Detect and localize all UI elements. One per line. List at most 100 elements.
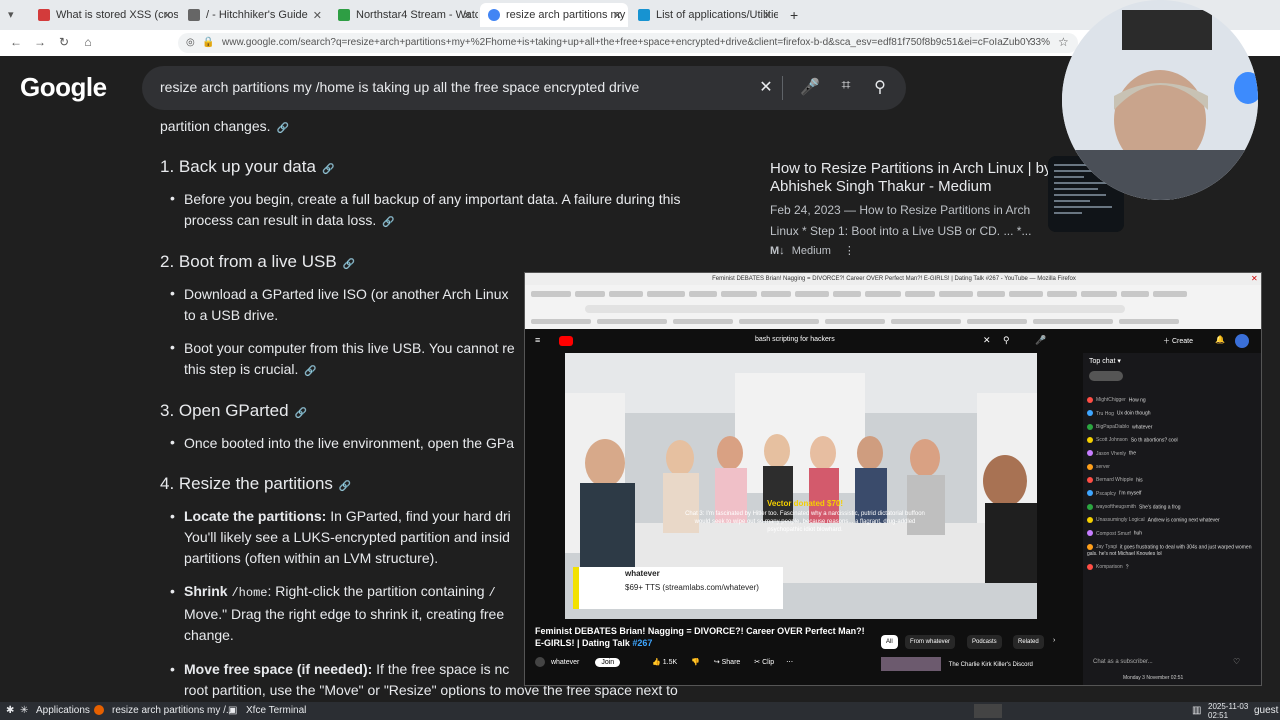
chat-avatar[interactable] [1087,397,1093,403]
close-icon[interactable]: ✕ [163,9,172,22]
chat-avatar[interactable] [1087,450,1093,457]
terminal-icon[interactable]: ▣ [228,705,237,716]
network-icon[interactable]: ▥ [1192,705,1201,716]
apps-menu-icon[interactable]: ✱ [6,705,14,716]
clip-button[interactable]: ✂ Clip [754,659,774,666]
share-button[interactable]: ↪ Share [714,659,741,666]
search-input[interactable]: resize arch partitions my /home is takin… [160,79,639,95]
clear-search-icon[interactable]: ✕ [983,335,991,346]
close-icon[interactable]: ✕ [463,9,472,22]
url-bar[interactable]: ◎ 🔒 www.google.com/search?q=resize+arch+… [178,33,1078,53]
youtube-search-input[interactable]: bash scripting for hackers [755,336,835,343]
chat-avatar[interactable] [1087,476,1093,483]
apps-menu-icon[interactable]: ✳ [20,705,28,716]
chat-avatar[interactable] [1087,490,1093,497]
chat-username[interactable]: Compost Smurf [1096,531,1131,537]
chat-username[interactable]: Scott Johnson [1096,437,1128,443]
join-button[interactable]: Join [595,657,621,667]
bookmark-star-icon[interactable]: ☆ [1058,35,1069,49]
tray-app-icon[interactable] [974,704,1002,718]
send-heart-icon[interactable]: ♡ [1233,657,1240,666]
chip-related[interactable]: Related [1013,635,1044,649]
related-video-title[interactable]: The Charlie Kirk Killer's Discord [949,662,1033,668]
chat-username[interactable]: BigPapaDiablo [1096,424,1129,430]
related-video[interactable]: The Charlie Kirk Killer's Discord [881,657,1033,671]
like-button[interactable]: 👍 1.5K [652,659,677,666]
tab-xss[interactable]: What is stored XSS (cross-s ✕ [30,3,178,27]
chat-avatar[interactable] [1087,436,1093,443]
chat-username[interactable]: Bernard Whipple [1096,477,1133,483]
channel-name[interactable]: whatever [551,659,579,666]
tab-google-search[interactable]: resize arch partitions my /h ✕ [480,3,628,27]
tab-list-icon[interactable]: ▾ [8,8,14,21]
close-icon[interactable]: ✕ [1251,274,1258,283]
youtube-video-player[interactable]: Vector donated $70! Chat 3: I'm fascinat… [565,353,1037,619]
youtube-popup-window[interactable]: Feminist DEBATES Brian! Nagging = DIVORC… [524,272,1262,686]
chat-username[interactable]: Jason Vhenly [1096,451,1126,457]
source-card-title[interactable]: How to Resize Partitions in Arch Linux |… [770,160,1060,196]
clear-search-icon[interactable]: ✕ [756,77,776,97]
forward-icon[interactable]: → [32,35,48,49]
chat-avatar[interactable] [1087,530,1093,537]
link-icon[interactable]: 🔗 [295,408,307,419]
back-icon[interactable]: ← [8,35,24,49]
chat-username[interactable]: waysoftheugsmith [1096,504,1136,510]
zoom-level[interactable]: 33% [1030,37,1050,48]
related-thumbnail[interactable] [881,657,941,671]
microphone-icon[interactable]: 🎤 [1035,335,1046,346]
new-tab-button[interactable]: + [782,3,802,27]
menu-icon[interactable]: ≡ [535,335,540,345]
user-name[interactable]: guest [1254,705,1278,716]
create-button[interactable]: ＋ Create [1163,336,1193,346]
chat-username[interactable]: Jay Tyagi [1096,544,1117,550]
chip-from-channel[interactable]: From whatever [905,635,956,649]
tab-arch-wiki[interactable]: List of applications/Utilities ✕ [630,3,778,27]
home-icon[interactable]: ⌂ [80,35,96,49]
chat-username[interactable]: Tru Hog [1096,411,1114,417]
chat-avatar[interactable] [1087,423,1093,430]
link-icon[interactable]: 🔗 [322,164,334,175]
link-icon[interactable]: 🔗 [382,217,394,228]
chat-username[interactable]: Komparison [1096,564,1123,570]
chat-avatar[interactable] [1087,410,1093,417]
chip-all[interactable]: All [881,635,898,649]
google-logo[interactable]: Google [20,72,107,103]
clock[interactable]: 2025-11-03 02:51 [1208,702,1248,720]
chat-header[interactable]: Top chat ▾ [1089,357,1121,365]
chip-podcasts[interactable]: Podcasts [967,635,1002,649]
link-icon[interactable]: 🔗 [304,366,316,377]
microphone-icon[interactable]: 🎤 [800,77,820,97]
taskbar-window-firefox[interactable]: resize arch partitions my /... [112,705,234,716]
camera-search-icon[interactable]: ⌗ [836,77,856,95]
chat-avatar[interactable] [1087,463,1093,470]
shield-icon[interactable]: ◎ [186,33,195,53]
chat-avatar[interactable] [1087,503,1093,510]
search-box[interactable]: resize arch partitions my /home is takin… [142,66,906,110]
chat-avatar[interactable] [1087,516,1093,523]
taskbar-window-terminal[interactable]: Xfce Terminal [246,705,306,716]
chat-input[interactable]: Chat as a subscriber... [1093,659,1153,665]
chat-username[interactable]: Unassumingly Logical [1096,517,1145,523]
firefox-icon[interactable] [94,705,104,715]
applications-menu[interactable]: Applications [36,705,90,716]
close-icon[interactable]: ✕ [313,9,322,22]
channel-avatar[interactable] [535,657,545,667]
tab-northstar[interactable]: Northstar4 Stream - Watch ✕ [330,3,478,27]
link-icon[interactable]: 🔗 [277,123,289,134]
tab-hitchhiker[interactable]: / - Hitchhiker's Guide ✕ [180,3,328,27]
source-card[interactable]: How to Resize Partitions in Arch Linux |… [770,160,1060,257]
source-card-source[interactable]: M↓ Medium ⋮ [770,244,1060,257]
search-icon[interactable]: ⚲ [870,77,890,97]
chat-avatar[interactable] [1087,543,1093,550]
reload-icon[interactable]: ↻ [56,35,72,49]
notifications-icon[interactable]: 🔔 [1215,335,1225,344]
link-icon[interactable]: 🔗 [339,481,351,492]
search-icon[interactable]: ⚲ [1003,335,1010,346]
chat-avatar[interactable] [1087,563,1093,570]
close-icon[interactable]: ✕ [763,9,772,22]
chat-username[interactable]: server [1096,464,1110,470]
dislike-icon[interactable]: 👎 [691,659,700,666]
chevron-right-icon[interactable]: › [1053,637,1055,644]
avatar[interactable] [1235,334,1249,348]
more-options-icon[interactable]: ⋯ [786,659,793,666]
